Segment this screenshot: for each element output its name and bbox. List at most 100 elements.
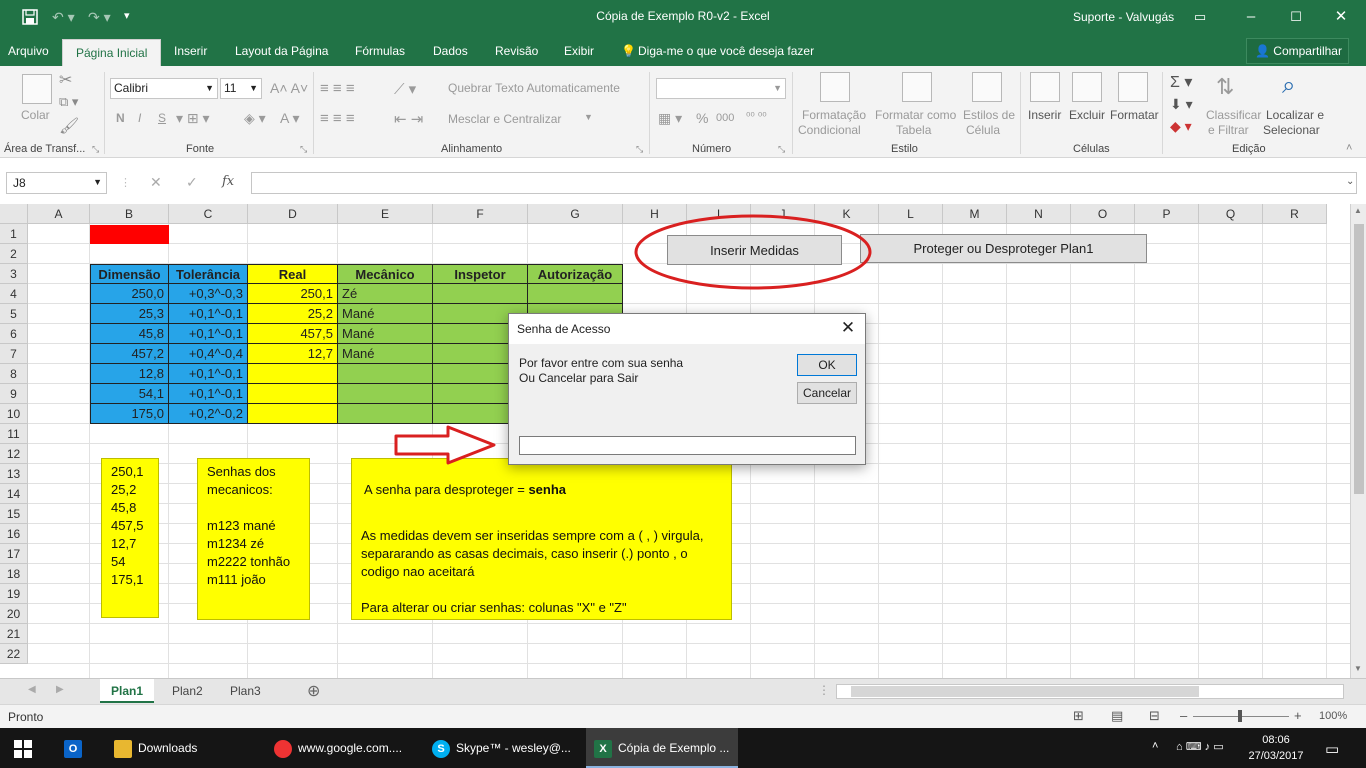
table-header-cell[interactable]: Tolerância — [169, 264, 248, 284]
close-button[interactable]: ✕ — [1318, 4, 1364, 30]
row-header-8[interactable]: 8 — [0, 364, 28, 384]
table-cell[interactable]: 25,2 — [248, 304, 338, 324]
dialog-launcher-icon[interactable]: ⤡ — [92, 144, 99, 155]
delete-cells-icon[interactable] — [1072, 72, 1102, 102]
column-header-d[interactable]: D — [248, 204, 338, 224]
table-cell[interactable]: 175,0 — [90, 404, 169, 424]
paste-icon[interactable] — [22, 74, 52, 104]
row-header-16[interactable]: 16 — [0, 524, 28, 544]
table-cell[interactable]: Mané — [338, 304, 433, 324]
zoom-slider-thumb[interactable] — [1238, 710, 1242, 722]
table-cell[interactable]: 250,0 — [90, 284, 169, 304]
percent-button[interactable]: % — [696, 110, 708, 126]
thousands-button[interactable]: 000 — [716, 112, 734, 124]
table-cell[interactable]: 25,3 — [90, 304, 169, 324]
table-cell[interactable]: 12,8 — [90, 364, 169, 384]
row-header-15[interactable]: 15 — [0, 504, 28, 524]
align-top-icon[interactable]: ≡ ≡ ≡ — [320, 80, 355, 97]
row-header-3[interactable]: 3 — [0, 264, 28, 284]
column-header-l[interactable]: L — [879, 204, 943, 224]
column-header-r[interactable]: R — [1263, 204, 1327, 224]
row-header-14[interactable]: 14 — [0, 484, 28, 504]
share-button[interactable]: 👤 Compartilhar — [1246, 38, 1349, 64]
dialog-launcher-icon[interactable]: ⤡ — [636, 144, 643, 155]
find-select-line1[interactable]: Localizar e — [1266, 108, 1324, 122]
outlook-icon[interactable]: O — [64, 728, 88, 768]
taskbar-excel[interactable]: X Cópia de Exemplo ... — [586, 728, 738, 768]
table-cell[interactable]: +0,1^-0,1 — [169, 384, 248, 404]
next-sheet-icon[interactable]: ▶ — [56, 684, 64, 695]
cancel-button[interactable]: Cancelar — [797, 382, 857, 404]
wrap-text-button[interactable]: Quebrar Texto Automaticamente — [448, 81, 620, 95]
row-header-7[interactable]: 7 — [0, 344, 28, 364]
scrollbar-thumb[interactable] — [851, 686, 1199, 697]
table-cell[interactable] — [433, 284, 528, 304]
table-header-cell[interactable]: Dimensão — [90, 264, 169, 284]
taskbar-chrome[interactable]: www.google.com.... — [266, 728, 416, 768]
merge-center-button[interactable]: Mesclar e Centralizar — [448, 112, 561, 126]
insert-cells-icon[interactable] — [1030, 72, 1060, 102]
insert-function-icon[interactable]: fx — [222, 174, 234, 189]
sort-filter-icon[interactable]: ⇅ — [1216, 74, 1234, 100]
protect-sheet-button[interactable]: Proteger ou Desproteger Plan1 — [860, 234, 1147, 263]
formula-input[interactable] — [251, 172, 1357, 194]
conditional-formatting-line2[interactable]: Condicional — [798, 123, 861, 137]
conditional-formatting-icon[interactable] — [820, 72, 850, 102]
name-box[interactable]: J8 ▼ — [6, 172, 107, 194]
row-header-12[interactable]: 12 — [0, 444, 28, 464]
column-header-p[interactable]: P — [1135, 204, 1199, 224]
currency-icon[interactable]: ▦ ▾ — [658, 110, 682, 127]
add-sheet-icon[interactable]: ⊕ — [307, 681, 320, 701]
row-header-9[interactable]: 9 — [0, 384, 28, 404]
format-cells-icon[interactable] — [1118, 72, 1148, 102]
password-input[interactable] — [519, 436, 856, 455]
horizontal-scrollbar[interactable] — [836, 684, 1344, 699]
font-size-select[interactable]: 11 ▼ — [220, 78, 262, 99]
fill-icon[interactable]: ⬇ ▾ — [1170, 96, 1193, 113]
paste-label[interactable]: Colar — [21, 108, 50, 122]
table-cell[interactable]: Zé — [338, 284, 433, 304]
taskbar-downloads[interactable]: Downloads — [108, 728, 258, 768]
table-cell[interactable] — [338, 384, 433, 404]
table-cell[interactable]: +0,3^-0,3 — [169, 284, 248, 304]
red-cell-b1[interactable] — [90, 225, 169, 244]
dialog-launcher-icon[interactable]: ⤡ — [300, 144, 307, 155]
column-header-n[interactable]: N — [1007, 204, 1071, 224]
font-color-icon[interactable]: A ▾ — [280, 110, 299, 127]
sort-filter-line2[interactable]: e Filtrar — [1208, 123, 1249, 137]
row-header-6[interactable]: 6 — [0, 324, 28, 344]
column-header-o[interactable]: O — [1071, 204, 1135, 224]
minimize-button[interactable]: – — [1228, 4, 1274, 30]
table-cell[interactable] — [338, 364, 433, 384]
fill-color-icon[interactable]: ◈ ▾ — [244, 110, 266, 127]
cut-icon[interactable]: ✂ — [59, 70, 72, 90]
column-header-q[interactable]: Q — [1199, 204, 1263, 224]
sheet-tab-plan1[interactable]: Plan1 — [100, 679, 155, 703]
table-cell[interactable]: +0,1^-0,1 — [169, 364, 248, 384]
decimal-icon[interactable]: ⁰⁰ ⁰⁰ — [746, 110, 767, 123]
normal-view-icon[interactable]: ⊞ — [1073, 708, 1084, 724]
clock-date[interactable]: 27/03/2017 — [1246, 738, 1306, 768]
row-header-21[interactable]: 21 — [0, 624, 28, 644]
format-table-line1[interactable]: Formatar como — [875, 108, 956, 122]
table-cell[interactable] — [248, 384, 338, 404]
font-name-select[interactable]: Calibri ▼ — [110, 78, 218, 99]
sort-filter-line1[interactable]: Classificar — [1206, 108, 1261, 122]
tray-icons[interactable]: ⌂ ⌨ ♪ ▭ — [1176, 728, 1224, 768]
row-header-17[interactable]: 17 — [0, 544, 28, 564]
table-header-cell[interactable]: Inspetor — [433, 264, 528, 284]
zoom-level[interactable]: 100% — [1319, 710, 1347, 722]
column-header-a[interactable]: A — [28, 204, 90, 224]
tab-review[interactable]: Revisão — [495, 44, 538, 58]
table-cell[interactable] — [338, 404, 433, 424]
table-cell[interactable]: 250,1 — [248, 284, 338, 304]
prev-sheet-icon[interactable]: ◀ — [28, 684, 36, 695]
format-painter-icon[interactable]: 🖌 — [59, 116, 79, 136]
tab-file[interactable]: Arquivo — [8, 44, 49, 58]
zoom-in-icon[interactable]: + — [1294, 708, 1302, 723]
tab-page-layout[interactable]: Layout da Página — [235, 44, 328, 58]
delete-cells-button[interactable]: Excluir — [1069, 108, 1105, 122]
tab-formulas[interactable]: Fórmulas — [355, 44, 405, 58]
table-cell[interactable]: 45,8 — [90, 324, 169, 344]
tab-home[interactable]: Página Inicial — [62, 39, 162, 66]
